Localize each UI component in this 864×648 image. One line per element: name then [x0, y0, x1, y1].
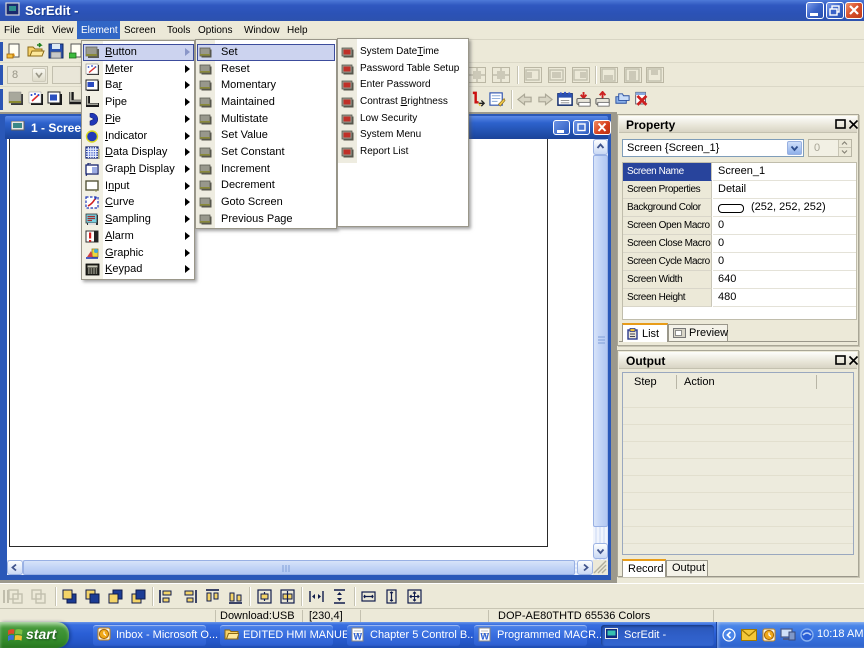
- svg-text:W: W: [354, 632, 363, 642]
- svg-text:W: W: [481, 632, 490, 642]
